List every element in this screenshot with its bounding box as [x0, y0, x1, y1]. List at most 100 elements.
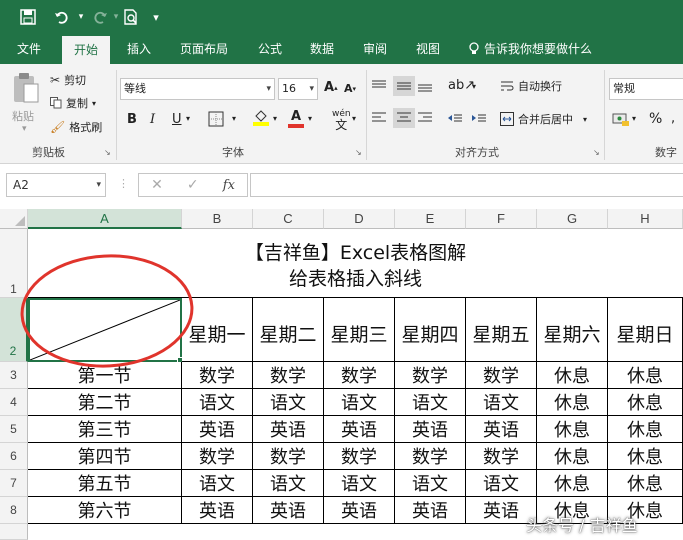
save-icon[interactable] — [14, 0, 42, 34]
subject-cell[interactable]: 数学 — [324, 443, 395, 470]
subject-cell[interactable]: 休息 — [537, 470, 608, 497]
weekday-header-cell[interactable]: 星期一 — [182, 298, 253, 362]
subject-cell[interactable]: 语文 — [324, 470, 395, 497]
row-header-9[interactable] — [0, 524, 28, 540]
subject-cell[interactable]: 休息 — [608, 470, 683, 497]
tell-me-box[interactable]: 告诉我你想要做什么 — [468, 34, 592, 64]
column-header-g[interactable]: G — [537, 209, 608, 229]
fill-color-icon[interactable] — [253, 110, 269, 126]
column-header-a[interactable]: A — [28, 209, 182, 229]
formula-input[interactable] — [250, 173, 683, 197]
subject-cell[interactable]: 数学 — [182, 443, 253, 470]
subject-cell[interactable]: 休息 — [608, 389, 683, 416]
weekday-header-cell[interactable]: 星期日 — [608, 298, 683, 362]
tab-insert[interactable]: 插入 — [127, 34, 151, 64]
undo-dropdown-icon[interactable]: ▾ — [74, 0, 88, 34]
subject-cell[interactable]: 语文 — [253, 389, 324, 416]
subject-cell[interactable]: 英语 — [182, 416, 253, 443]
tab-formulas[interactable]: 公式 — [258, 34, 282, 64]
name-box[interactable]: A2 ▾ — [6, 173, 106, 197]
customize-quick-access-icon[interactable]: ▾ — [146, 0, 166, 34]
number-format-select[interactable]: 常规 — [609, 78, 683, 100]
underline-button[interactable]: U — [172, 112, 182, 127]
subject-cell[interactable]: 语文 — [182, 470, 253, 497]
weekday-header-cell[interactable]: 星期六 — [537, 298, 608, 362]
subject-cell[interactable]: 英语 — [395, 416, 466, 443]
subject-cell[interactable]: 数学 — [253, 443, 324, 470]
align-left-icon[interactable] — [370, 110, 388, 126]
period-label-cell[interactable]: 第二节 — [28, 389, 182, 416]
subject-cell[interactable]: 休息 — [537, 416, 608, 443]
accounting-format-icon[interactable] — [612, 111, 630, 127]
tab-home[interactable]: 开始 — [62, 36, 111, 64]
subject-cell[interactable]: 英语 — [324, 497, 395, 524]
undo-icon[interactable] — [48, 0, 76, 34]
column-header-d[interactable]: D — [324, 209, 395, 229]
period-label-cell[interactable]: 第四节 — [28, 443, 182, 470]
borders-icon[interactable] — [208, 111, 224, 127]
subject-cell[interactable]: 休息 — [537, 389, 608, 416]
comma-style-icon[interactable]: , — [671, 111, 675, 126]
align-bottom-icon[interactable] — [416, 78, 434, 94]
subject-cell[interactable]: 语文 — [253, 470, 324, 497]
bold-button[interactable]: B — [127, 112, 137, 127]
percent-button[interactable]: % — [649, 111, 662, 127]
wrap-text-button[interactable]: 自动换行 — [500, 78, 562, 94]
subject-cell[interactable]: 休息 — [608, 443, 683, 470]
subject-cell[interactable]: 英语 — [253, 497, 324, 524]
underline-dropdown-icon[interactable]: ▾ — [186, 114, 190, 123]
period-label-cell[interactable]: 第一节 — [28, 362, 182, 389]
row-header-7[interactable]: 7 — [0, 470, 28, 497]
weekday-header-cell[interactable]: 星期五 — [466, 298, 537, 362]
weekday-header-cell[interactable]: 星期二 — [253, 298, 324, 362]
print-preview-icon[interactable] — [118, 0, 144, 34]
column-header-f[interactable]: F — [466, 209, 537, 229]
cut-button[interactable]: ✂ 剪切 — [50, 72, 86, 88]
increase-font-icon[interactable]: A ▴ — [324, 80, 338, 95]
phonetic-guide-button[interactable]: wén 文 — [332, 109, 351, 131]
align-center-icon[interactable] — [393, 108, 415, 128]
subject-cell[interactable]: 语文 — [182, 389, 253, 416]
row-header-2[interactable]: 2 — [0, 298, 28, 362]
italic-button[interactable]: I — [150, 112, 155, 127]
subject-cell[interactable]: 数学 — [182, 362, 253, 389]
merge-dropdown-icon[interactable]: ▾ — [583, 115, 587, 124]
paste-icon[interactable] — [10, 70, 42, 106]
column-header-c[interactable]: C — [253, 209, 324, 229]
subject-cell[interactable]: 数学 — [466, 443, 537, 470]
paste-dropdown-icon[interactable]: ▾ — [22, 124, 27, 134]
tab-view[interactable]: 视图 — [416, 34, 440, 64]
orientation-dropdown-icon[interactable]: ▾ — [472, 82, 476, 91]
column-header-h[interactable]: H — [608, 209, 683, 229]
subject-cell[interactable]: 数学 — [466, 362, 537, 389]
cancel-icon[interactable]: ✕ — [151, 177, 163, 193]
decrease-indent-icon[interactable] — [446, 110, 464, 126]
borders-dropdown-icon[interactable]: ▾ — [232, 114, 236, 123]
period-label-cell[interactable]: 第三节 — [28, 416, 182, 443]
subject-cell[interactable]: 休息 — [537, 362, 608, 389]
subject-cell[interactable]: 语文 — [324, 389, 395, 416]
row-header-6[interactable]: 6 — [0, 443, 28, 470]
row-header-4[interactable]: 4 — [0, 389, 28, 416]
subject-cell[interactable]: 语文 — [395, 389, 466, 416]
weekday-header-cell[interactable]: 星期四 — [395, 298, 466, 362]
format-painter-button[interactable]: 🖌 格式刷 — [50, 119, 102, 135]
row-header-3[interactable]: 3 — [0, 362, 28, 389]
accounting-dropdown-icon[interactable]: ▾ — [632, 114, 636, 123]
subject-cell[interactable]: 语文 — [395, 470, 466, 497]
subject-cell[interactable]: 英语 — [253, 416, 324, 443]
row-header-1[interactable]: 1 — [0, 229, 28, 298]
subject-cell[interactable]: 休息 — [608, 362, 683, 389]
subject-cell[interactable]: 数学 — [253, 362, 324, 389]
tab-file[interactable]: 文件 — [17, 34, 41, 64]
select-all-corner[interactable] — [0, 209, 28, 229]
merge-center-button[interactable]: 合并后居中 ▾ — [500, 111, 587, 127]
subject-cell[interactable]: 数学 — [324, 362, 395, 389]
clipboard-launcher-icon[interactable]: ↘ — [104, 148, 111, 157]
tab-data[interactable]: 数据 — [310, 34, 334, 64]
period-label-cell[interactable]: 第五节 — [28, 470, 182, 497]
period-label-cell[interactable]: 第六节 — [28, 497, 182, 524]
weekday-header-cell[interactable]: 星期三 — [324, 298, 395, 362]
column-header-b[interactable]: B — [182, 209, 253, 229]
font-name-select[interactable]: 等线 ▾ — [120, 78, 275, 100]
